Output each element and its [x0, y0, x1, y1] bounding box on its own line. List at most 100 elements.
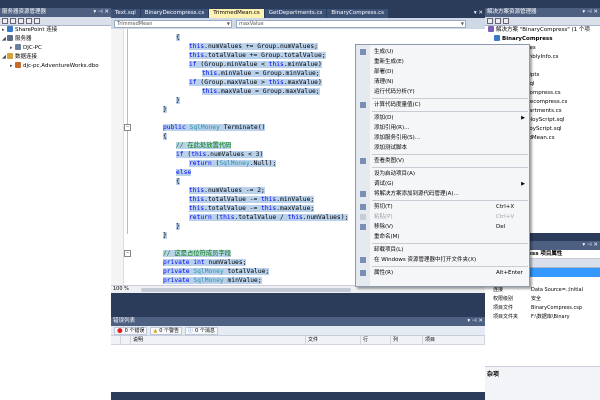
tab-document[interactable]: GetDepartments.cs [264, 9, 328, 18]
code-line[interactable]: this.totalValue -= this.minValue; [189, 195, 315, 204]
menu-item[interactable]: 生成(U) [356, 47, 529, 57]
code-line[interactable]: this.totalValue += Group.totalValue; [189, 51, 326, 60]
collapse-region-icon[interactable]: − [124, 124, 131, 131]
refresh-icon[interactable] [2, 18, 8, 24]
menu-item[interactable]: 运行代码分析(Y) [356, 87, 529, 97]
menu-shortcut: Ctrl+V [496, 214, 515, 220]
errors-filter-button[interactable]: ⬤ 0 个错误 [114, 326, 148, 335]
code-line[interactable]: { [163, 132, 167, 141]
stop-icon[interactable] [10, 18, 16, 24]
code-line[interactable]: this.numValues -= 2; [189, 186, 265, 195]
code-line[interactable]: private SqlMoney minValue; [163, 276, 262, 285]
column-column[interactable]: 列 [391, 336, 423, 344]
menu-item[interactable]: 属性(R) Alt+Enter [356, 268, 529, 278]
code-line[interactable]: } [176, 222, 180, 231]
zoom-level[interactable]: 100 % [113, 286, 129, 293]
code-line[interactable]: this.numValues += Group.numValues; [189, 42, 318, 51]
code-line[interactable]: else [176, 168, 192, 177]
property-value[interactable]: F:\数据库\Binary [529, 313, 600, 322]
column-line[interactable]: 行 [361, 336, 391, 344]
messages-filter-button[interactable]: ⓘ 0 个消息 [185, 326, 218, 335]
menu-item[interactable]: 计算代码度量值(C) [356, 100, 529, 110]
code-line[interactable]: return (SqlMoney.Null); [189, 159, 277, 168]
properties-icon[interactable] [487, 18, 493, 24]
panel-pin-icon[interactable]: ▾ ⊣ ✕ [582, 8, 598, 17]
code-line[interactable]: } [176, 96, 180, 105]
menu-item[interactable]: 添加引用(R)... [356, 123, 529, 133]
menu-item[interactable]: 将解决方案添加到源代码管理(A)... [356, 189, 529, 199]
connect-database-icon[interactable] [18, 18, 24, 24]
warnings-filter-button[interactable]: ▲ 0 个警告 [150, 326, 183, 335]
menu-item[interactable]: 查看类图(V) [356, 156, 529, 166]
menu-item[interactable]: 重新生成(E) [356, 57, 529, 67]
property-value[interactable]: Data Source=.;Initial [529, 286, 600, 295]
property-value[interactable]: BinaryCompress.csp [529, 304, 600, 313]
tree-node[interactable]: ◢ 数据连接 [0, 53, 111, 62]
tab-document[interactable]: BinaryDecompress.cs [140, 9, 210, 18]
code-line[interactable]: this.minValue = Group.minValue; [202, 69, 320, 78]
submenu-arrow-icon: ▶ [521, 181, 525, 187]
connect-sharepoint-icon[interactable] [34, 18, 40, 24]
tab-document[interactable]: TrimmedMean.cs [209, 9, 265, 18]
panel-title: 服务器资源管理器 ▾ ⊣ ✕ [0, 8, 111, 17]
code-line[interactable]: } [163, 105, 167, 114]
code-line[interactable]: public SqlMoney Terminate() [163, 123, 266, 132]
menu-item[interactable]: 在 Windows 资源管理器中打开文件夹(X) [356, 255, 529, 265]
menu-item[interactable]: 剪切(T) Ctrl+X [356, 202, 529, 212]
scroll-thumb[interactable] [141, 288, 351, 292]
column-project[interactable]: 项目 [423, 336, 485, 344]
code-line[interactable]: this.totalValue -= this.maxValue; [189, 204, 315, 213]
column-description[interactable]: 说明 [131, 336, 306, 344]
show-all-files-icon[interactable] [495, 18, 501, 24]
menu-item[interactable]: 调试(G) ▶ [356, 179, 529, 189]
code-line[interactable]: { [176, 33, 180, 42]
code-line[interactable]: if (this.numValues < 3) [176, 150, 264, 159]
property-row[interactable]: 连接 Data Source=.;Initial [485, 286, 600, 295]
connect-server-icon[interactable] [26, 18, 32, 24]
property-row[interactable]: 项目文件 BinaryCompress.csp [485, 304, 600, 313]
tree-node[interactable]: ▸ DJC-PC [0, 44, 111, 53]
menu-item[interactable]: 添加测试脚本 [356, 143, 529, 153]
properties-icon [360, 270, 366, 276]
code-line[interactable]: if (Group.maxValue > this.maxValue) [189, 78, 322, 87]
code-line[interactable]: this.maxValue = Group.maxValue; [202, 87, 320, 96]
refresh-icon[interactable] [503, 18, 509, 24]
property-name: 权限级别 [493, 296, 514, 302]
panel-pin-icon[interactable]: ▾ ⊣ ✕ [582, 241, 598, 250]
code-line[interactable]: private SqlMoney totalValue; [163, 267, 270, 276]
menu-item[interactable]: 设为启动项目(A) [356, 169, 529, 179]
property-value[interactable] [529, 277, 600, 286]
property-value[interactable]: 安全 [529, 295, 600, 304]
solution-node[interactable]: 解决方案 "BinaryCompress" (1 个项 [485, 26, 600, 35]
tab-document[interactable]: BinaryCompress.cs [327, 9, 389, 18]
tab-document[interactable]: Text.sql [111, 9, 141, 18]
tree-node[interactable]: ▸ SharePoint 连接 [0, 26, 111, 35]
menu-item[interactable]: 部署(D) [356, 67, 529, 77]
collapse-region-icon[interactable]: − [124, 250, 131, 257]
solution-node[interactable]: BinaryCompress [485, 35, 600, 44]
code-line[interactable]: } [163, 231, 167, 240]
code-line[interactable]: // 这是占位符成员字段 [163, 249, 232, 258]
code-line[interactable]: private int numValues; [163, 258, 247, 267]
menu-item[interactable]: 移除(V) Del [356, 222, 529, 232]
code-line[interactable]: // 在此处放置代码 [176, 141, 232, 150]
code-line[interactable]: { [176, 177, 180, 186]
menu-item-label: 卸载项目(L) [374, 247, 404, 253]
menu-item[interactable]: 重命名(M) [356, 232, 529, 242]
property-row[interactable]: 权限级别 安全 [485, 295, 600, 304]
menu-item[interactable]: 添加(D) ▶ [356, 113, 529, 123]
code-line[interactable]: if (Group.minValue < this.minValue) [189, 60, 322, 69]
class-selector[interactable]: TrimmedMean ▼ [114, 19, 232, 28]
tree-node[interactable]: ◢ 服务器 [0, 35, 111, 44]
member-selector[interactable]: maxValue ▼ [236, 19, 466, 28]
panel-pin-icon[interactable]: ▾ ⊣ ✕ [467, 317, 483, 326]
tab-overflow-icon[interactable]: ▾ ✕ [472, 9, 485, 18]
column-file[interactable]: 文件 [306, 336, 361, 344]
property-row[interactable]: 项目文件夹 F:\数据库\Binary [485, 313, 600, 322]
menu-item[interactable]: 卸载项目(L) [356, 245, 529, 255]
code-line[interactable]: return (this.totalValue / this.numValues… [189, 213, 349, 222]
tree-node[interactable]: ▸ djc-pc.AdventureWorks.dbo [0, 62, 111, 71]
panel-pin-icon[interactable]: ▾ ⊣ ✕ [93, 8, 109, 17]
menu-item[interactable]: 清理(N) [356, 77, 529, 87]
menu-item[interactable]: 添加服务引用(S)... [356, 133, 529, 143]
